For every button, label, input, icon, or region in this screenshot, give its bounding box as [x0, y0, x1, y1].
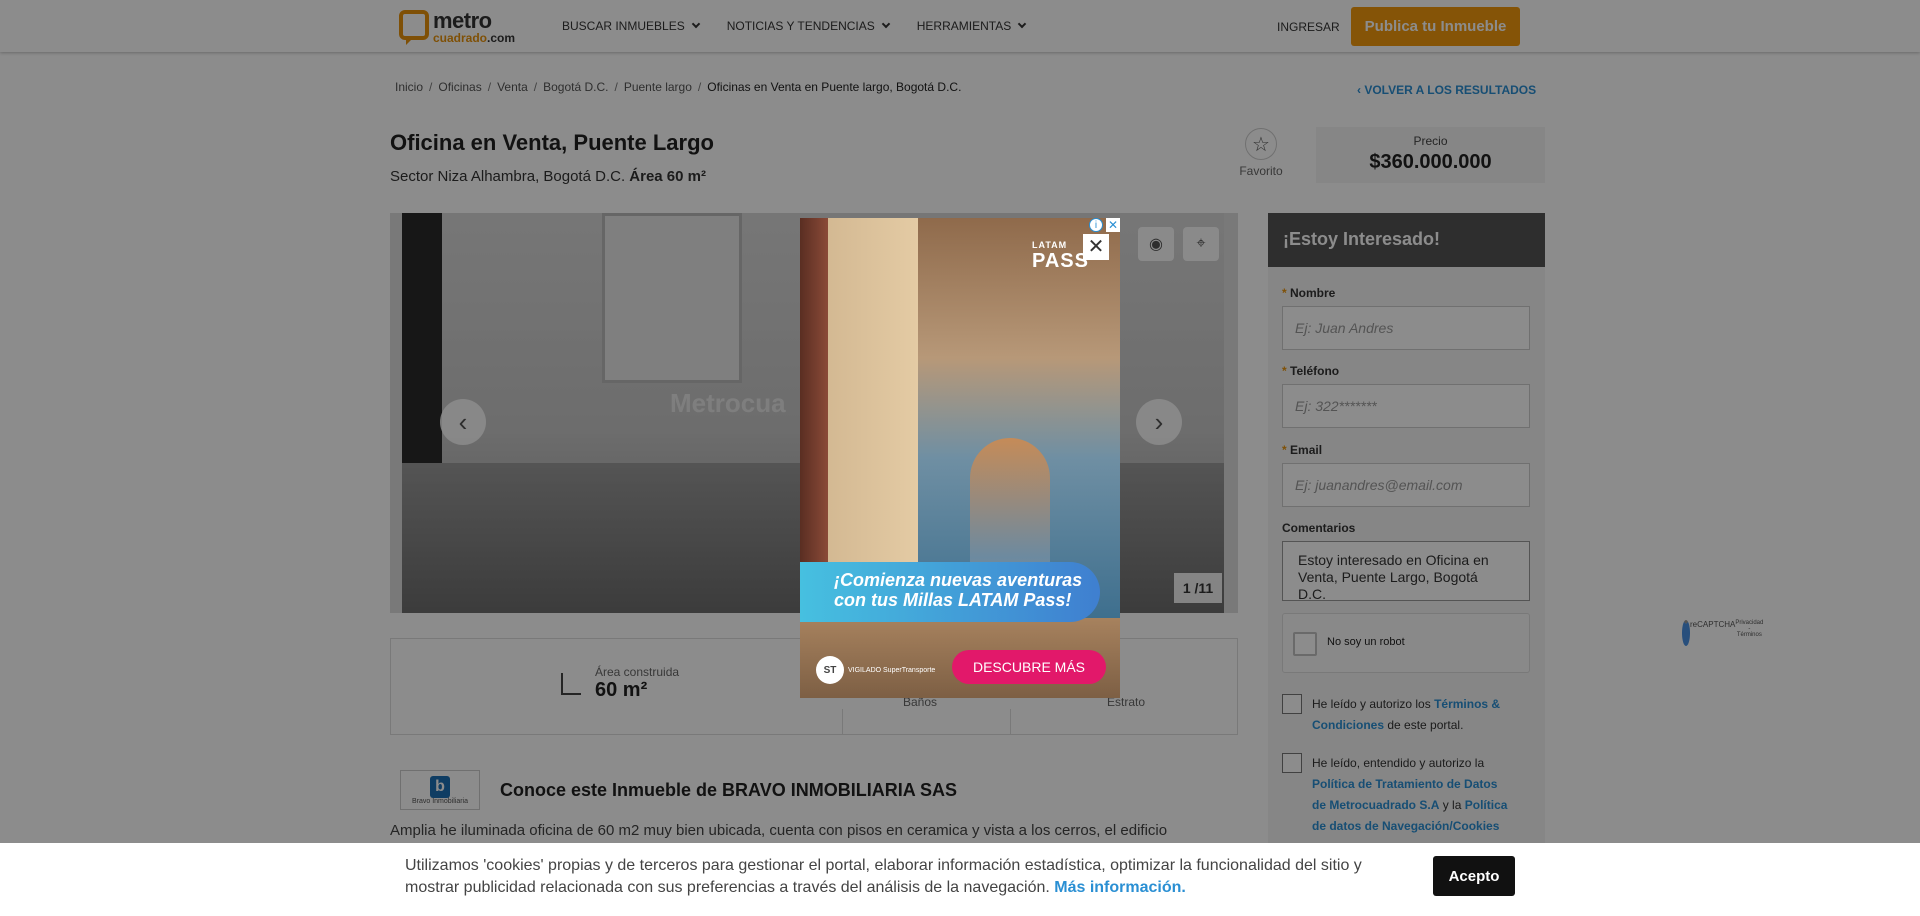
ad-brand-name: PASS	[1032, 250, 1089, 272]
ad-headline: ¡Comienza nuevas aventuras con tus Milla…	[800, 562, 1100, 622]
advertisement[interactable]: LATAM PASS i ✕ ✕ ¡Comienza nuevas aventur…	[800, 218, 1120, 698]
cookie-banner: Utilizamos 'cookies' propias y de tercer…	[0, 843, 1920, 916]
ad-cta-button[interactable]: DESCUBRE MÁS	[952, 650, 1106, 684]
cookie-more-link[interactable]: Más información.	[1054, 879, 1186, 896]
ad-vigilado: ST VIGILADO SuperTransporte	[816, 656, 935, 684]
ad-vigilado-text: VIGILADO SuperTransporte	[848, 666, 936, 674]
ad-brand-logo: LATAM PASS	[1032, 240, 1089, 273]
ad-choices-close-icon[interactable]: ✕	[1106, 218, 1120, 232]
cookie-text: Utilizamos 'cookies' propias y de tercer…	[405, 855, 1395, 899]
supertransporte-icon: ST	[816, 656, 844, 684]
ad-close-button[interactable]: ✕	[1083, 234, 1109, 260]
ad-info-icon[interactable]: i	[1089, 218, 1103, 232]
ad-brand-small: LATAM	[1032, 240, 1068, 250]
cookie-message: Utilizamos 'cookies' propias y de tercer…	[405, 857, 1362, 896]
accept-cookies-button[interactable]: Acepto	[1433, 856, 1515, 896]
close-icon: ✕	[1087, 236, 1105, 258]
